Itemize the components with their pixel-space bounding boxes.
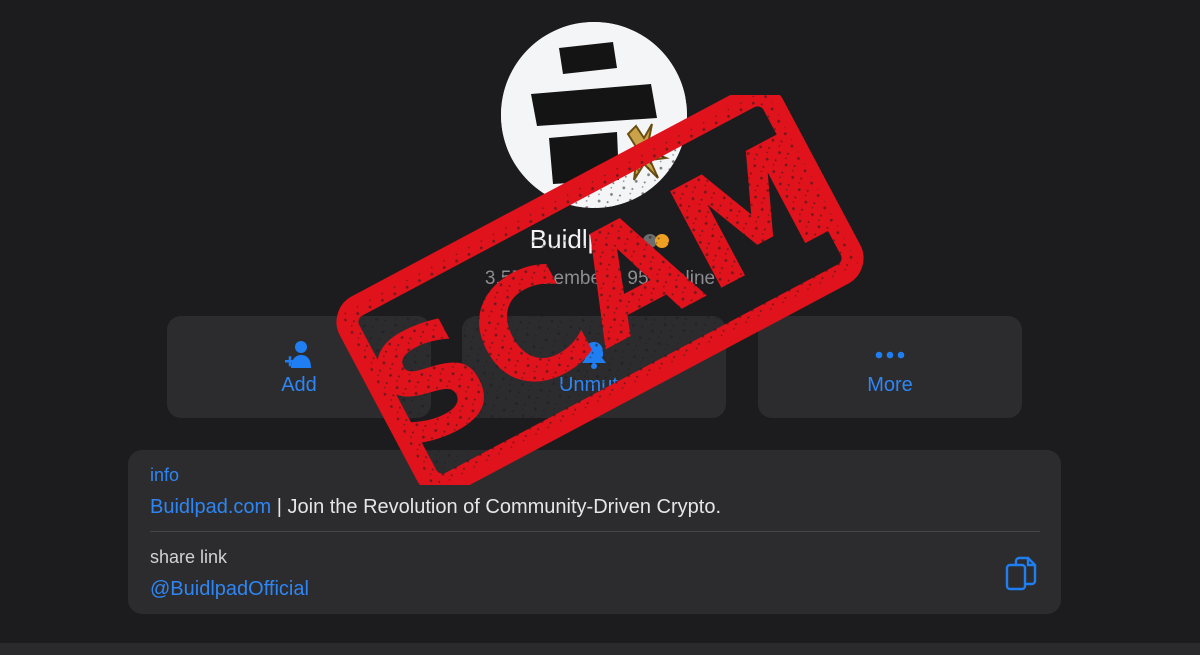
website-link[interactable]: Buidlpad.com bbox=[150, 496, 271, 518]
more-button-label: More bbox=[867, 373, 913, 396]
unmute-button[interactable]: Unmute bbox=[462, 316, 726, 418]
group-name: Buidlpad bbox=[0, 224, 1200, 255]
bottom-bar bbox=[0, 643, 1200, 655]
add-button-label: Add bbox=[281, 373, 317, 396]
add-person-icon bbox=[285, 340, 311, 368]
golden-badge-icon bbox=[622, 123, 670, 181]
info-card: info Buidlpad.com | Join the Revolution … bbox=[128, 450, 1061, 614]
more-dots-icon bbox=[875, 351, 905, 358]
info-description: Buidlpad.com | Join the Revolution of Co… bbox=[150, 496, 721, 519]
bell-icon bbox=[582, 341, 606, 369]
emoji-badges-icon bbox=[643, 234, 670, 249]
share-link[interactable]: @BuidlpadOfficial bbox=[150, 578, 309, 601]
copy-icon[interactable] bbox=[1004, 556, 1038, 592]
divider bbox=[150, 531, 1040, 532]
share-link-label: share link bbox=[150, 547, 228, 567]
member-count: 3,557 members, 955 online bbox=[484, 268, 716, 289]
info-label: info bbox=[150, 465, 180, 485]
more-button[interactable]: More bbox=[758, 316, 1022, 418]
info-description-text: | Join the Revolution of Community-Drive… bbox=[271, 496, 722, 518]
unmute-button-label: Unmute bbox=[558, 373, 630, 396]
group-name-text: Buidlpad bbox=[529, 224, 631, 254]
add-button[interactable]: Add bbox=[167, 316, 431, 418]
